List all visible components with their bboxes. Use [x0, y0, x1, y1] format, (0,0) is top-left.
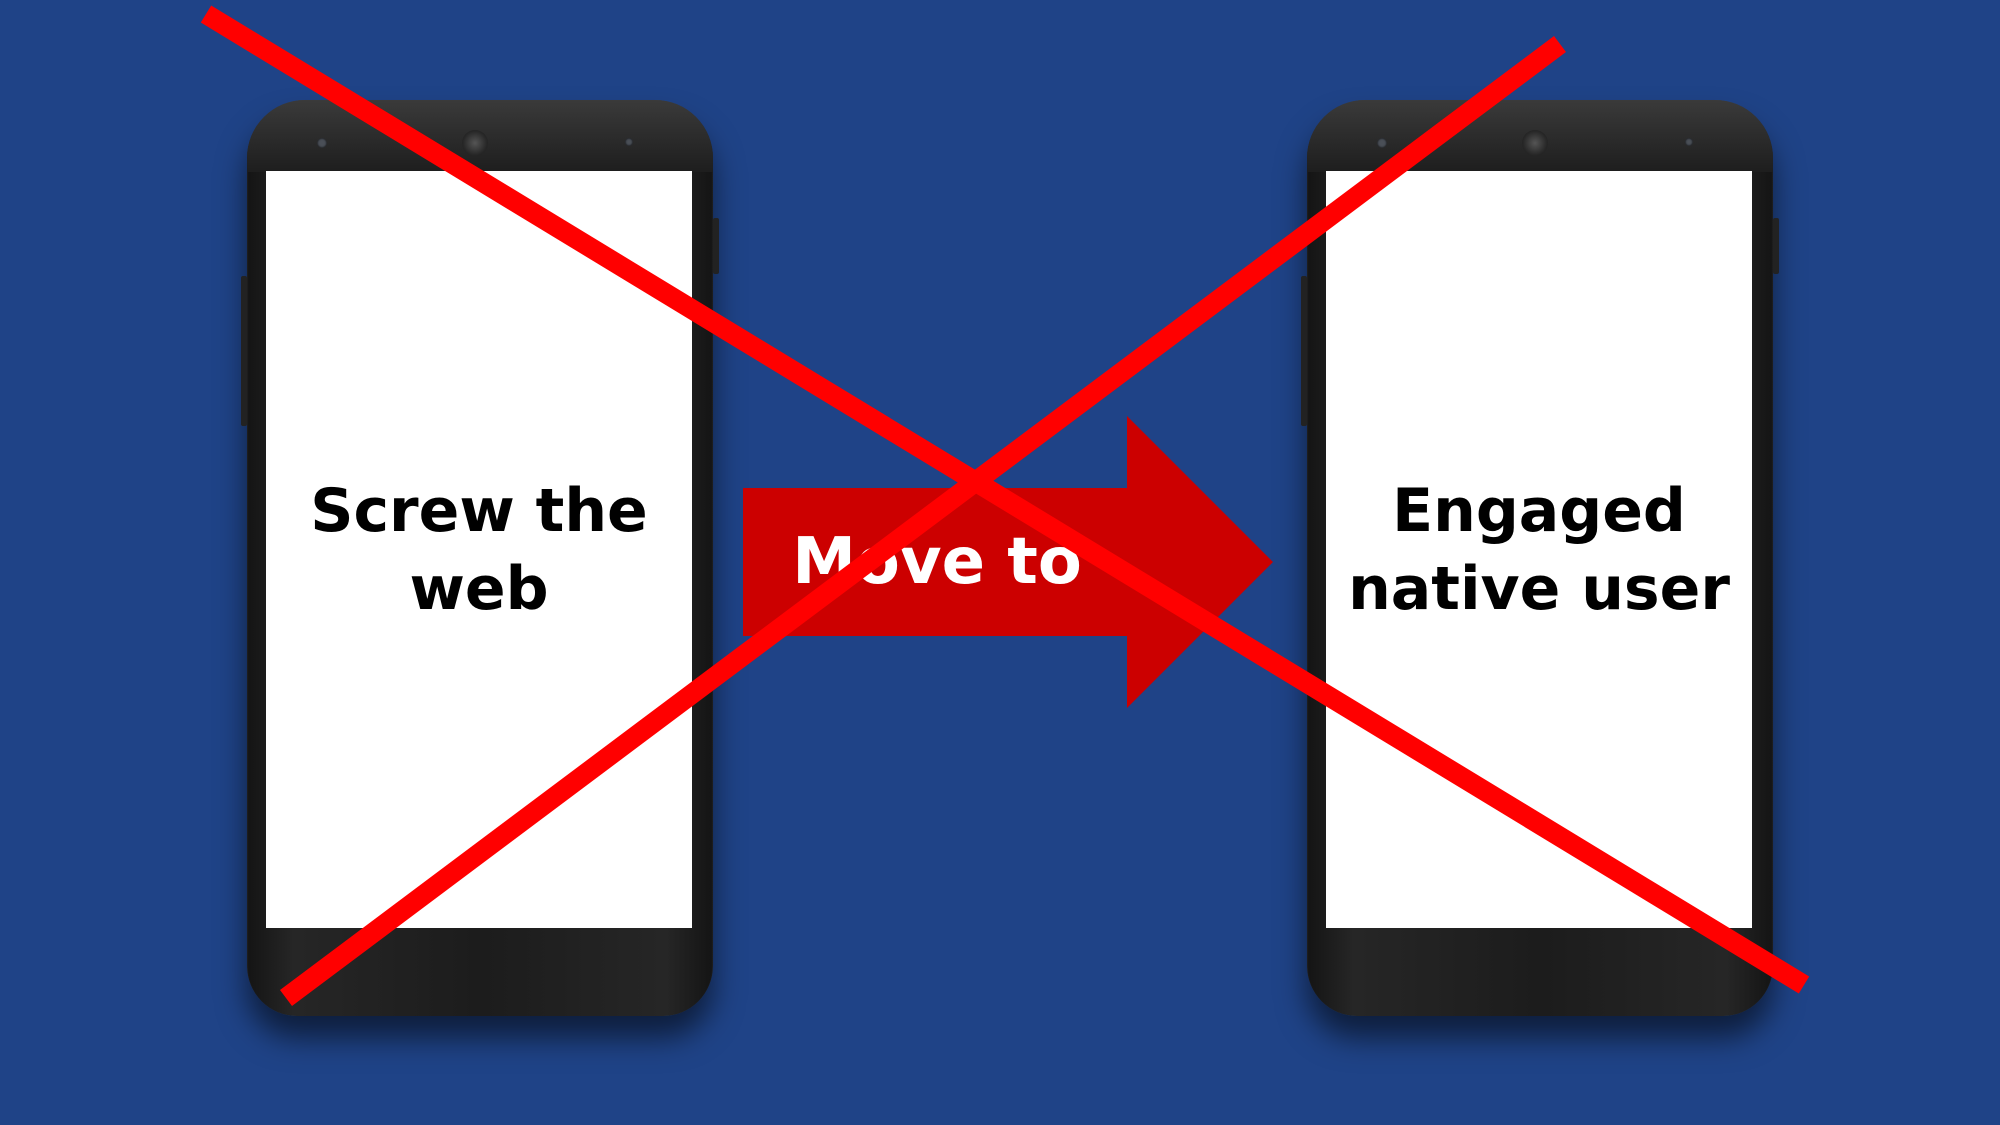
volume-button [1301, 276, 1307, 426]
left-phone-screen: Screw the web [266, 171, 692, 928]
proximity-sensor-icon [625, 138, 633, 146]
left-phone-caption-line1: Screw the [310, 475, 648, 546]
left-phone: Screw the web [241, 100, 719, 1016]
slide: Screw the web Engaged native user Move t… [0, 0, 2000, 1125]
earpiece-speaker-icon [462, 130, 488, 156]
power-button [1773, 218, 1779, 274]
left-phone-caption-line2: web [409, 553, 549, 624]
left-phone-caption: Screw the web [266, 472, 692, 628]
right-phone-screen: Engaged native user [1326, 171, 1752, 928]
front-camera-icon [317, 138, 327, 148]
arrow-label: Move to [792, 525, 1082, 599]
proximity-sensor-icon [1685, 138, 1693, 146]
volume-button [241, 276, 247, 426]
right-phone: Engaged native user [1301, 100, 1779, 1016]
right-phone-caption-line2: native user [1348, 553, 1730, 624]
right-phone-caption-line1: Engaged [1392, 475, 1686, 546]
power-button [713, 218, 719, 274]
right-phone-caption: Engaged native user [1326, 472, 1752, 628]
front-camera-icon [1377, 138, 1387, 148]
earpiece-speaker-icon [1522, 130, 1548, 156]
